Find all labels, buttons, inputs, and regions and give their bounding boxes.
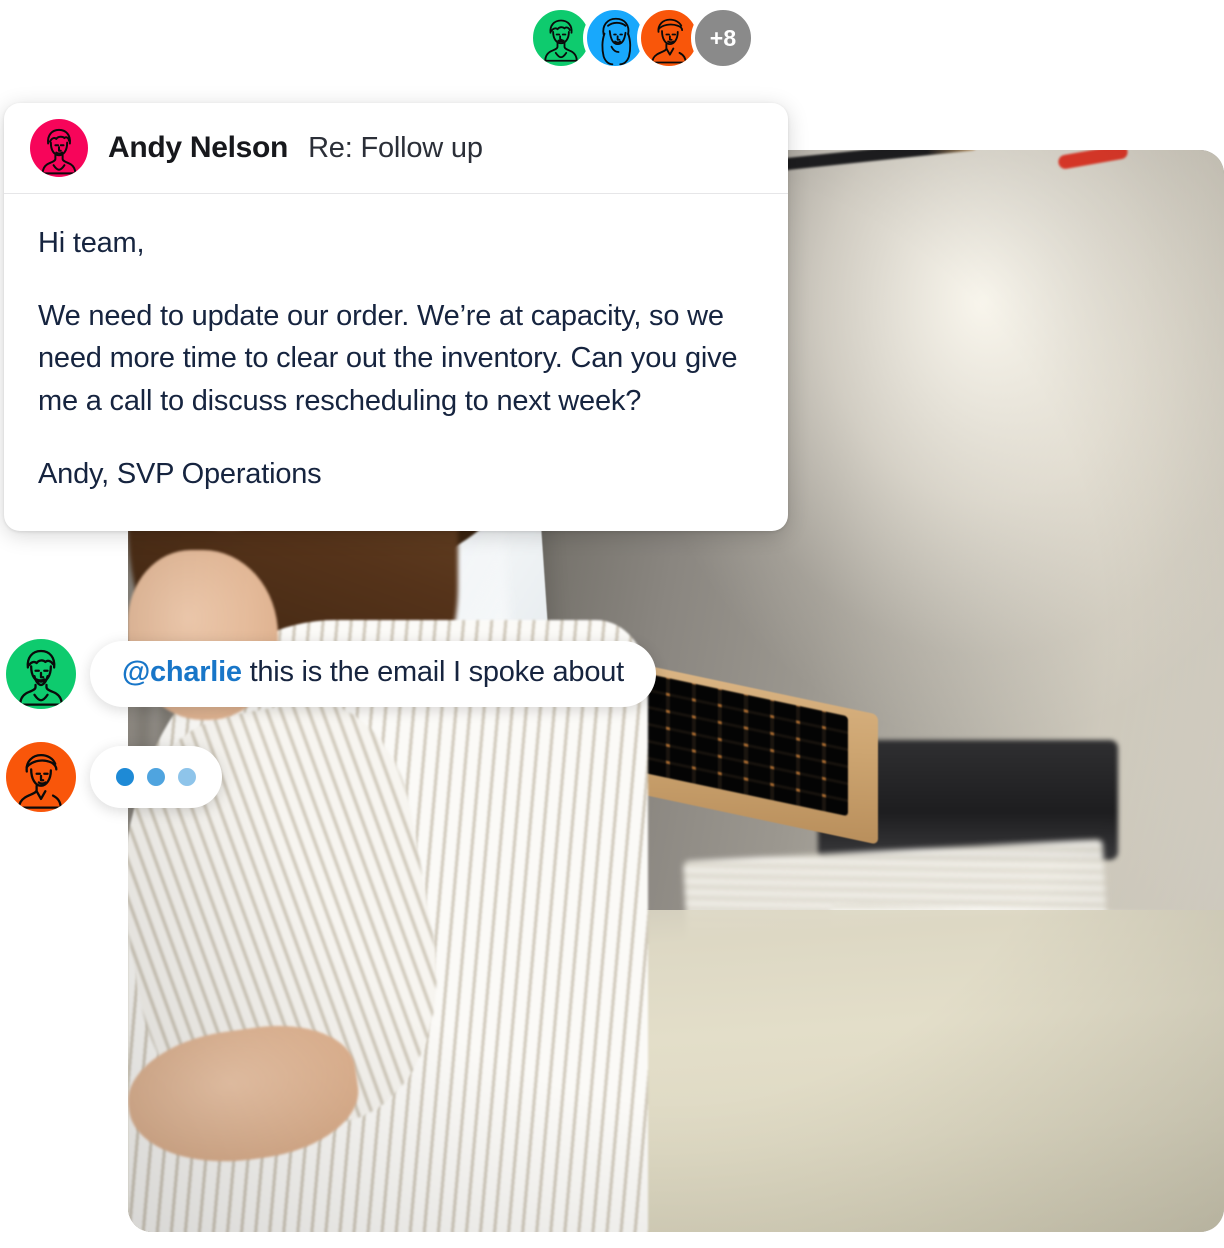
avatar[interactable] bbox=[6, 639, 76, 709]
avatar[interactable] bbox=[6, 742, 76, 812]
person-avatar-icon bbox=[30, 119, 88, 177]
email-sender-name: Andy Nelson bbox=[108, 131, 289, 164]
avatar[interactable] bbox=[30, 119, 88, 177]
screenshot-root: +8 Andy Nelson Re: Follow up Hi team, We… bbox=[0, 0, 1224, 1248]
email-paragraph: Hi team, bbox=[38, 227, 145, 259]
mention-token[interactable]: @charlie bbox=[122, 656, 242, 688]
person-short-hair-icon bbox=[6, 742, 76, 812]
email-header: Andy Nelson Re: Follow up bbox=[4, 103, 788, 194]
avatar-overflow-count[interactable]: +8 bbox=[691, 6, 755, 70]
chat-message-mention: @charlie this is the email I spoke about bbox=[6, 639, 656, 709]
email-body: Hi team, We need to update our order. We… bbox=[4, 194, 788, 531]
chat-message-text: @charlie this is the email I spoke about bbox=[90, 641, 656, 707]
participant-avatar-group: +8 bbox=[529, 6, 755, 70]
email-paragraph: We need to update our order. We’re at ca… bbox=[38, 299, 738, 417]
typing-dot-icon bbox=[147, 768, 165, 786]
typing-dot-icon bbox=[116, 768, 134, 786]
person-beard-icon bbox=[6, 639, 76, 709]
person-curly-hair-icon bbox=[533, 10, 589, 66]
email-subject: Re: Follow up bbox=[308, 131, 483, 164]
person-long-hair-icon bbox=[587, 10, 643, 66]
chat-message-body: this is the email I spoke about bbox=[241, 656, 625, 689]
email-card[interactable]: Andy Nelson Re: Follow up Hi team, We ne… bbox=[4, 103, 788, 532]
avatar-overflow-label: +8 bbox=[709, 24, 737, 51]
typing-dot-icon bbox=[178, 768, 196, 786]
person-short-hair-icon bbox=[641, 10, 697, 66]
chat-message-typing bbox=[6, 742, 222, 812]
email-paragraph: Andy, SVP Operations bbox=[38, 457, 322, 490]
chat-bubble[interactable]: @charlie this is the email I spoke about bbox=[90, 641, 656, 707]
typing-indicator-bubble[interactable] bbox=[90, 746, 222, 808]
